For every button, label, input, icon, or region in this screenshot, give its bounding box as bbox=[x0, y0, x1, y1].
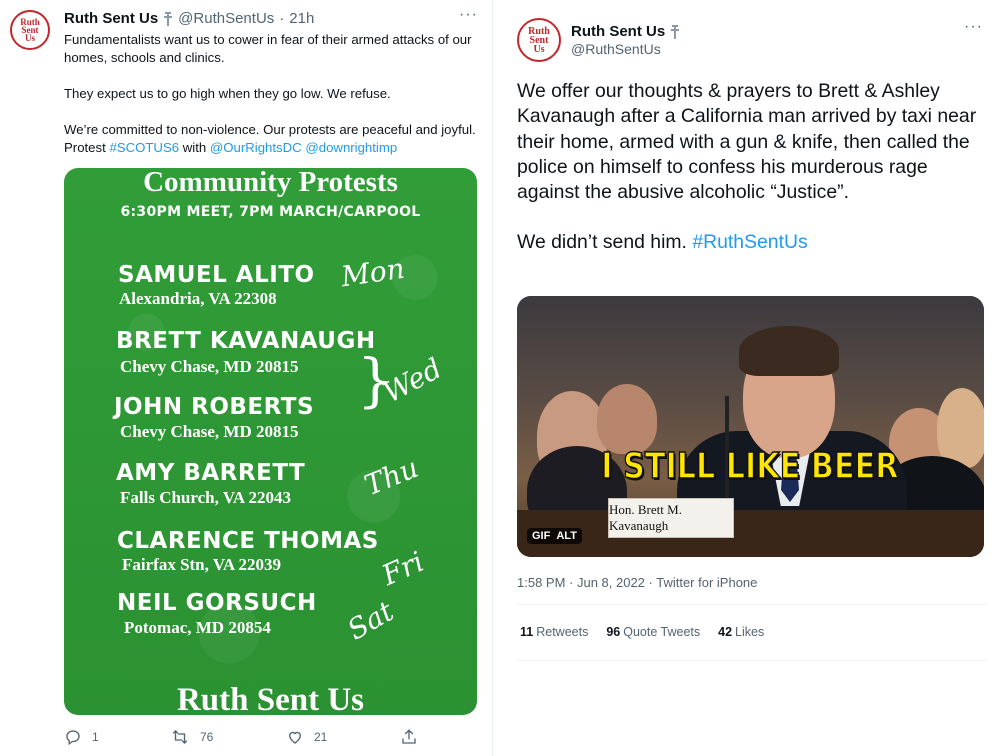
with-text: with bbox=[182, 140, 207, 155]
tweet-paragraph: We’re committed to non-violence. Our pro… bbox=[64, 121, 479, 157]
user-handle[interactable]: @RuthSentUs bbox=[571, 41, 661, 57]
reply-icon bbox=[66, 730, 80, 746]
tweet-text: We offer our thoughts & prayers to Brett… bbox=[517, 79, 987, 256]
share-icon bbox=[402, 729, 416, 744]
pin-icon bbox=[163, 11, 173, 26]
stat-count: 42 bbox=[718, 625, 733, 639]
justice-address: Alexandria, VA 22308 bbox=[119, 289, 277, 308]
avatar-text-3: Us bbox=[533, 43, 545, 55]
gif-badge[interactable]: GIF ALT bbox=[527, 528, 582, 544]
separator: · bbox=[279, 10, 285, 27]
tweet-header: Ruth Sent Us bbox=[571, 23, 680, 40]
like-button[interactable]: 21 bbox=[286, 728, 327, 746]
gif-media[interactable]: Hon. Brett M. Kavanaugh I STILL LIKE BEE… bbox=[517, 296, 984, 557]
engagement-stats: 11 Retweets 96 Quote Tweets 42 Likes bbox=[520, 625, 764, 639]
retweet-icon bbox=[172, 730, 188, 744]
stat-count: 96 bbox=[606, 625, 621, 639]
tweet-paragraph: We offer our thoughts & prayers to Brett… bbox=[517, 80, 977, 204]
justice-name: BRETT KAVANAUGH bbox=[116, 328, 376, 354]
retweets-stat[interactable]: 11 Retweets bbox=[520, 625, 588, 639]
poster-footer: Ruth Sent Us bbox=[176, 682, 365, 715]
divider bbox=[517, 660, 987, 661]
divider bbox=[517, 604, 987, 605]
mention-link[interactable]: @downrightimp bbox=[305, 140, 397, 155]
share-button[interactable] bbox=[400, 728, 418, 746]
mention-link[interactable]: @OurRightsDC bbox=[210, 140, 302, 155]
stat-label: Likes bbox=[735, 625, 765, 639]
justice-name: CLARENCE THOMAS bbox=[117, 528, 379, 554]
tweet-paragraph: They expect us to go high when they go l… bbox=[64, 86, 391, 101]
more-options-icon[interactable]: ··· bbox=[459, 6, 478, 24]
tweet-paragraph: Fundamentalists want us to cower in fear… bbox=[64, 32, 472, 65]
protest-poster-image[interactable]: Community Protests 6:30PM MEET, 7PM MARC… bbox=[64, 168, 477, 715]
justice-address: Falls Church, VA 22043 bbox=[120, 488, 291, 507]
gif-label: GIF bbox=[532, 530, 551, 542]
stat-label: Quote Tweets bbox=[623, 625, 701, 639]
day-label: Fri bbox=[377, 544, 429, 593]
justice-name: AMY BARRETT bbox=[116, 460, 306, 486]
tweet-paragraph: We didn’t send him. #RuthSentUs bbox=[517, 230, 987, 255]
stat-label: Retweets bbox=[536, 625, 589, 639]
more-options-icon[interactable]: ··· bbox=[964, 18, 983, 36]
display-name[interactable]: Ruth Sent Us bbox=[64, 10, 158, 27]
justice-address: Chevy Chase, MD 20815 bbox=[120, 422, 299, 441]
justice-name: NEIL GORSUCH bbox=[117, 590, 317, 616]
timestamp[interactable]: 21h bbox=[289, 10, 314, 27]
reply-button[interactable]: 1 bbox=[64, 728, 99, 746]
desk bbox=[517, 510, 984, 557]
nameplate: Hon. Brett M. Kavanaugh bbox=[608, 498, 734, 538]
tweet-header: Ruth Sent Us @RuthSentUs · 21h bbox=[64, 10, 314, 27]
audience-member bbox=[597, 384, 657, 454]
hashtag-link[interactable]: #SCOTUS6 bbox=[109, 140, 179, 155]
gif-caption: I STILL LIKE BEER bbox=[601, 445, 900, 488]
pin-icon bbox=[670, 24, 680, 39]
justice-address: Chevy Chase, MD 20815 bbox=[120, 357, 299, 376]
day-label: Thu bbox=[359, 450, 423, 503]
tweet-text-span: We didn’t send him. bbox=[517, 231, 687, 254]
justice-address: Potomac, MD 20854 bbox=[124, 618, 271, 637]
alt-button[interactable]: ALT bbox=[556, 530, 577, 542]
tweet-actions: 1 76 21 bbox=[64, 728, 424, 748]
user-handle[interactable]: @RuthSentUs bbox=[178, 10, 274, 27]
hashtag-link[interactable]: #RuthSentUs bbox=[692, 231, 807, 253]
stat-count: 11 bbox=[520, 625, 534, 639]
like-count: 21 bbox=[314, 730, 328, 744]
avatar-text-3: Us bbox=[24, 33, 35, 44]
display-name[interactable]: Ruth Sent Us bbox=[571, 23, 665, 40]
speaker-hair bbox=[739, 326, 839, 376]
heart-icon bbox=[289, 731, 301, 744]
retweet-count: 76 bbox=[200, 730, 214, 744]
likes-stat[interactable]: 42 Likes bbox=[718, 625, 764, 639]
retweet-button[interactable]: 76 bbox=[170, 728, 213, 746]
justice-name: JOHN ROBERTS bbox=[114, 394, 315, 420]
day-label: Sat bbox=[341, 594, 400, 647]
reply-count: 1 bbox=[92, 730, 99, 744]
poster-subtitle: 6:30PM MEET, 7PM MARCH/CARPOOL bbox=[120, 204, 421, 220]
day-label: Mon bbox=[339, 251, 407, 294]
quote-tweets-stat[interactable]: 96 Quote Tweets bbox=[606, 625, 700, 639]
avatar[interactable]: Ruth Sent Us bbox=[517, 18, 561, 62]
poster-title: Community Protests bbox=[143, 168, 398, 198]
justice-address: Fairfax Stn, VA 22039 bbox=[122, 555, 282, 574]
justice-name: SAMUEL ALITO bbox=[118, 262, 315, 288]
tweet-text: Fundamentalists want us to cower in fear… bbox=[64, 31, 479, 157]
tweet-metadata[interactable]: 1:58 PM · Jun 8, 2022 · Twitter for iPho… bbox=[517, 575, 757, 590]
avatar[interactable]: Ruth Sent Us bbox=[10, 10, 50, 50]
